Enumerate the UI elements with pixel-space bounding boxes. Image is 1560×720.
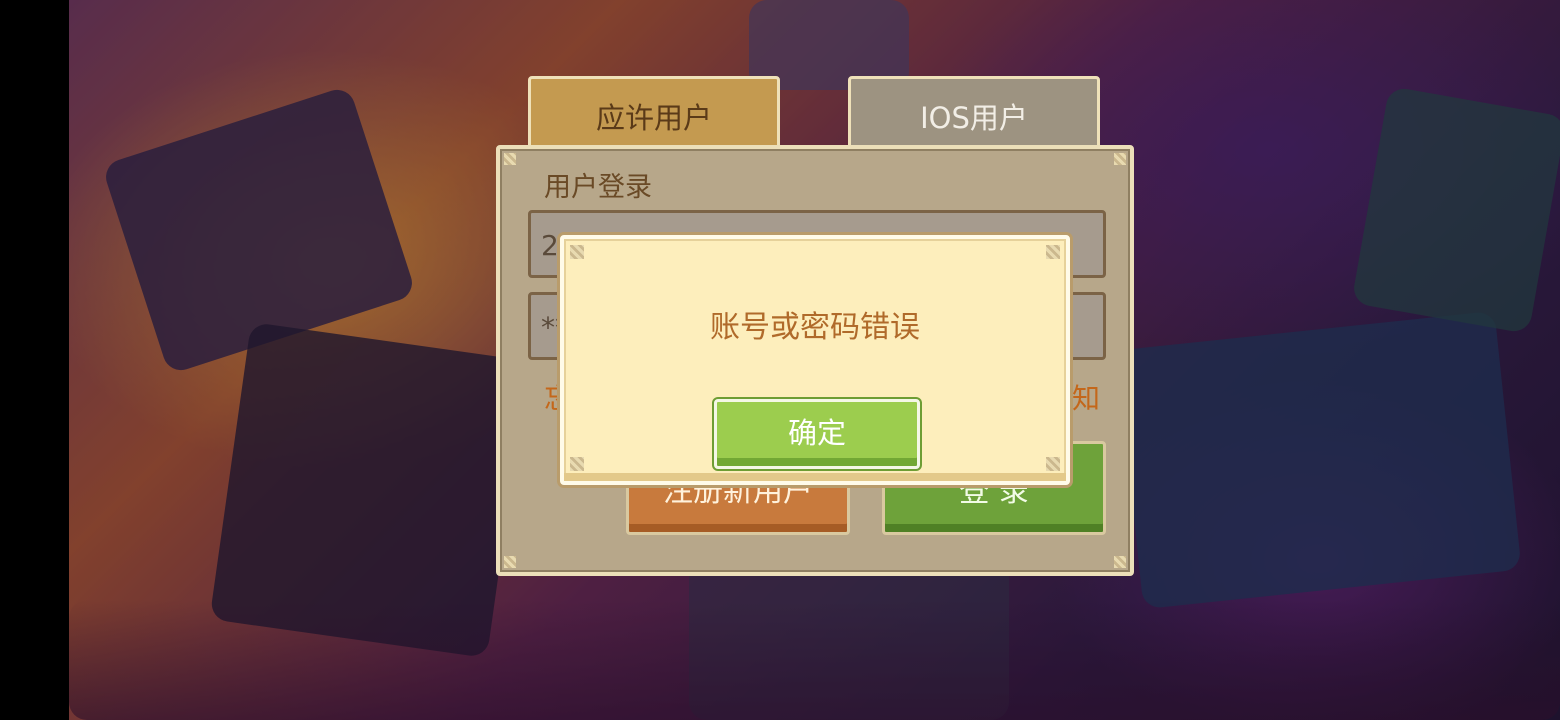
dialog-corner-decoration xyxy=(1046,457,1060,471)
panel-corner-decoration xyxy=(504,153,516,165)
panel-corner-decoration xyxy=(1114,556,1126,568)
panel-corner-decoration xyxy=(504,556,516,568)
notice-link[interactable]: 知 xyxy=(1072,377,1100,417)
panel-corner-decoration xyxy=(1114,153,1126,165)
tab-android-users[interactable]: 应许用户 xyxy=(528,76,780,150)
confirm-button[interactable]: 确定 xyxy=(714,399,920,469)
tab-ios-users[interactable]: IOS用户 xyxy=(848,76,1100,150)
dialog-corner-decoration xyxy=(570,457,584,471)
login-title: 用户登录 xyxy=(544,172,652,203)
left-black-bar xyxy=(0,0,69,720)
error-dialog: 账号或密码错误 确定 xyxy=(560,235,1070,485)
dialog-corner-decoration xyxy=(570,245,584,259)
error-message: 账号或密码错误 xyxy=(710,310,920,345)
dialog-bottom-strip xyxy=(564,473,1066,481)
dialog-corner-decoration xyxy=(1046,245,1060,259)
